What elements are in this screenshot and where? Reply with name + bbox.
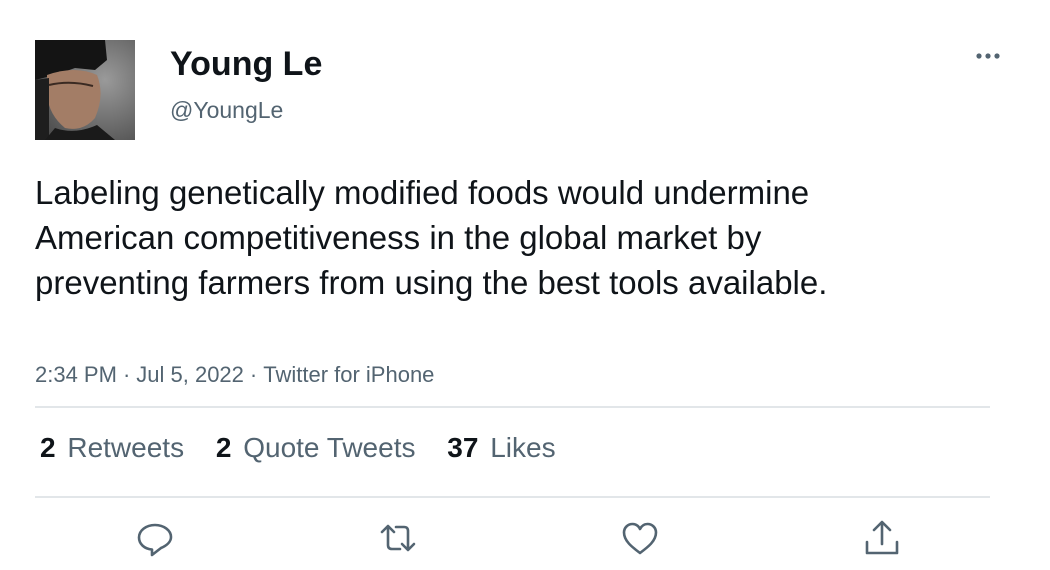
like-button[interactable] (620, 518, 660, 558)
reply-icon (137, 523, 173, 557)
quote-tweets-label: Quote Tweets (243, 432, 416, 463)
meta-separator: · (122, 362, 131, 387)
profile-photo (35, 40, 135, 140)
likes-label: Likes (490, 432, 556, 463)
likes-stat[interactable]: 37 Likes (447, 430, 555, 466)
quote-tweets-stat[interactable]: 2 Quote Tweets (216, 430, 416, 466)
quote-tweets-count: 2 (215, 432, 232, 463)
avatar[interactable] (35, 40, 135, 140)
retweet-button[interactable] (378, 518, 418, 558)
more-icon (976, 53, 1000, 59)
tweet-meta: 2:34 PM · Jul 5, 2022 · Twitter for iPhone (35, 361, 434, 389)
tweet-time[interactable]: 2:34 PM (35, 362, 117, 387)
reply-button[interactable] (135, 518, 175, 558)
likes-count: 37 (447, 432, 479, 463)
retweet-icon (380, 524, 416, 552)
meta-separator: · (249, 362, 258, 387)
retweets-label: Retweets (67, 432, 185, 463)
heart-icon (622, 522, 658, 555)
user-handle[interactable]: @YoungLe (170, 96, 283, 124)
tweet-source[interactable]: Twitter for iPhone (263, 362, 434, 387)
tweet-date[interactable]: Jul 5, 2022 (136, 362, 244, 387)
share-button[interactable] (862, 518, 902, 558)
divider-bottom (35, 496, 990, 498)
tweet-text: Labeling genetically modified foods woul… (35, 174, 828, 301)
divider-top (35, 406, 990, 408)
tweet-stats: 2 Retweets 2 Quote Tweets 37 Likes (40, 430, 580, 466)
share-icon (865, 520, 899, 555)
display-name[interactable]: Young Le (170, 44, 322, 84)
retweets-stat[interactable]: 2 Retweets (40, 430, 184, 466)
more-button[interactable] (970, 44, 1006, 68)
retweets-count: 2 (40, 432, 56, 463)
